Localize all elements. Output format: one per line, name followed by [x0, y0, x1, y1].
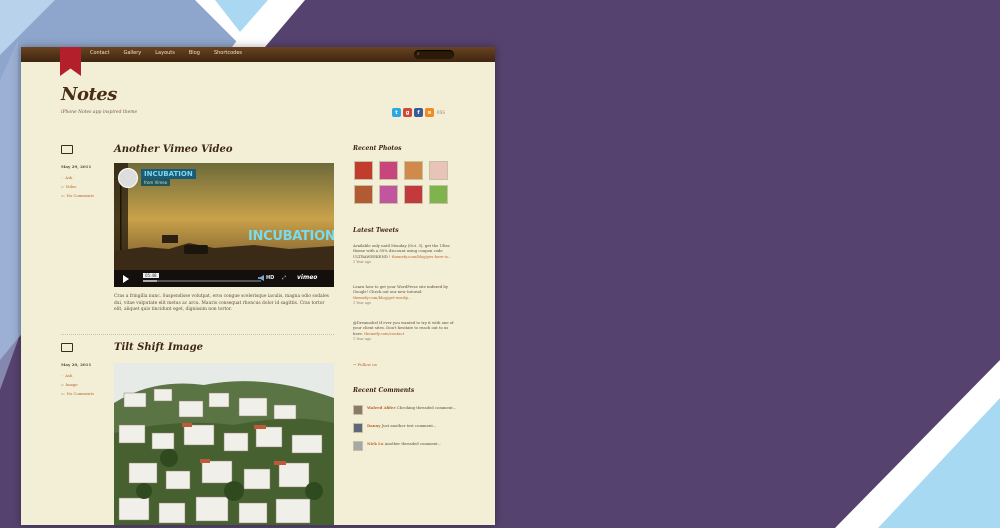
search-icon: ⌕ [417, 51, 420, 57]
comment-text[interactable]: Another threaded comment... [385, 441, 442, 446]
nav-menu: Contact Gallery Layouts Blog Shortcodes [90, 50, 242, 56]
post-excerpt: Cras a fringilla nunc. Suspendisse volut… [114, 294, 329, 313]
avatar[interactable] [353, 423, 363, 433]
photo-thumbnail[interactable] [429, 185, 448, 204]
google-plus-icon[interactable]: g [403, 108, 412, 117]
folder-icon: ▫ [61, 382, 64, 387]
post-meta: May 20, 2011 ◦ Ash ▫ Image ▭ No Comments [61, 343, 111, 400]
rss-label[interactable]: RSS [437, 110, 445, 115]
post-category[interactable]: ▫ Image [61, 382, 111, 387]
photo-thumbnail[interactable] [429, 161, 448, 180]
tweet: Available only until Monday (Oct. 3), ge… [353, 243, 459, 266]
post-author[interactable]: ◦ Ash [61, 373, 111, 378]
photo-thumbnail[interactable] [379, 161, 398, 180]
tweet: Learn how to get your WordPress site ind… [353, 284, 459, 307]
tweet-link[interactable]: themefy.com/contact [364, 331, 404, 336]
rss-icon[interactable]: ≋ [425, 108, 434, 117]
image-icon [61, 343, 73, 352]
nav-item-blog[interactable]: Blog [189, 50, 200, 56]
post-date: May 20, 2011 [61, 362, 92, 367]
recent-photos-grid [354, 161, 454, 204]
tweet-time: 1 Year ago [353, 337, 372, 342]
user-icon: ◦ [61, 175, 64, 180]
post-comments-link[interactable]: ▭ No Comments [61, 391, 111, 396]
avatar[interactable] [353, 441, 363, 451]
video-progress-bar[interactable] [143, 280, 261, 282]
post-meta: May 29, 2011 ◦ Ash ▫ Video ▭ No Comments [61, 145, 111, 202]
tweet-link[interactable]: themefy.com/blog/get-wordp... [353, 295, 412, 300]
website-screenshot: Contact Gallery Layouts Blog Shortcodes … [21, 47, 495, 525]
tweet: @Dreamobel If ever you wanted to try it … [353, 320, 459, 343]
post-author[interactable]: ◦ Ash [61, 175, 111, 180]
video-time: 05:48 [143, 273, 159, 278]
follow-us-link[interactable]: → Follow us [353, 362, 377, 367]
divider [61, 334, 334, 335]
channel-avatar[interactable] [118, 168, 138, 188]
avatar[interactable] [353, 405, 363, 415]
nav-item-contact[interactable]: Contact [90, 50, 109, 56]
comment-icon: ▭ [61, 391, 65, 396]
post-title[interactable]: Another Vimeo Video [114, 144, 233, 155]
recent-photos-title: Recent Photos [353, 145, 402, 152]
photo-thumbnail[interactable] [404, 185, 423, 204]
photo-thumbnail[interactable] [379, 185, 398, 204]
hd-toggle[interactable]: HD [266, 275, 274, 281]
fullscreen-icon[interactable]: ⤢ [282, 275, 286, 281]
nav-item-gallery[interactable]: Gallery [123, 50, 141, 56]
tweet-text: Learn how to get your WordPress site ind… [353, 284, 448, 295]
tweet-time: 1 Year ago [353, 301, 372, 306]
photo-thumbnail[interactable] [354, 185, 373, 204]
social-icons: t g f ≋ RSS [392, 108, 445, 117]
video-title-badge[interactable]: INCUBATION [141, 169, 196, 179]
user-icon: ◦ [61, 373, 64, 378]
photo-thumbnail[interactable] [354, 161, 373, 180]
video-player[interactable]: INCUBATION from Vimeo INCUBATION 05:48 H… [114, 163, 334, 287]
site-title[interactable]: Notes [61, 84, 117, 105]
recent-comment: Danny Just another test comment... [353, 423, 463, 433]
comment-text[interactable]: Checking threaded comment... [397, 405, 456, 410]
comment-text[interactable]: Just another test comment... [382, 423, 437, 428]
video-camera-icon [61, 145, 73, 154]
comment-author[interactable]: Waleed Afifee [367, 405, 396, 410]
nav-item-shortcodes[interactable]: Shortcodes [214, 50, 242, 56]
nav-item-layouts[interactable]: Layouts [155, 50, 175, 56]
folder-icon: ▫ [61, 184, 64, 189]
tilt-shift-photo [114, 363, 334, 525]
recent-comment: Waleed Afifee Checking threaded comment.… [353, 405, 463, 415]
comment-author[interactable]: Nick Lo [367, 441, 383, 446]
search-input[interactable]: ⌕ [414, 50, 454, 59]
facebook-icon[interactable]: f [414, 108, 423, 117]
tweet-time: 1 Year ago [353, 260, 372, 265]
video-wordmark: INCUBATION [248, 229, 334, 244]
post-category[interactable]: ▫ Video [61, 184, 111, 189]
comment-author[interactable]: Danny [367, 423, 380, 428]
latest-tweets-title: Latest Tweets [353, 227, 399, 234]
recent-comments-title: Recent Comments [353, 387, 415, 394]
post-date: May 29, 2011 [61, 164, 92, 169]
comment-icon: ▭ [61, 193, 65, 198]
recent-comment: Nick Lo Another threaded comment... [353, 441, 463, 451]
tweet-link[interactable]: themefy.com/blog/yes-here-is... [392, 254, 452, 259]
vimeo-logo[interactable]: vimeo [297, 274, 317, 281]
post-image[interactable] [114, 363, 334, 525]
video-source-label[interactable]: from Vimeo [141, 179, 171, 186]
post-title[interactable]: Tilt Shift Image [114, 342, 203, 353]
photo-thumbnail[interactable] [404, 161, 423, 180]
video-controls: 05:48 HD ⤢ vimeo [114, 270, 334, 287]
post-comments-link[interactable]: ▭ No Comments [61, 193, 111, 198]
site-tagline: iPhone Notes app inspired theme [61, 110, 138, 115]
play-icon[interactable] [123, 275, 129, 283]
twitter-icon[interactable]: t [392, 108, 401, 117]
bookmark-ribbon-icon [60, 47, 81, 76]
